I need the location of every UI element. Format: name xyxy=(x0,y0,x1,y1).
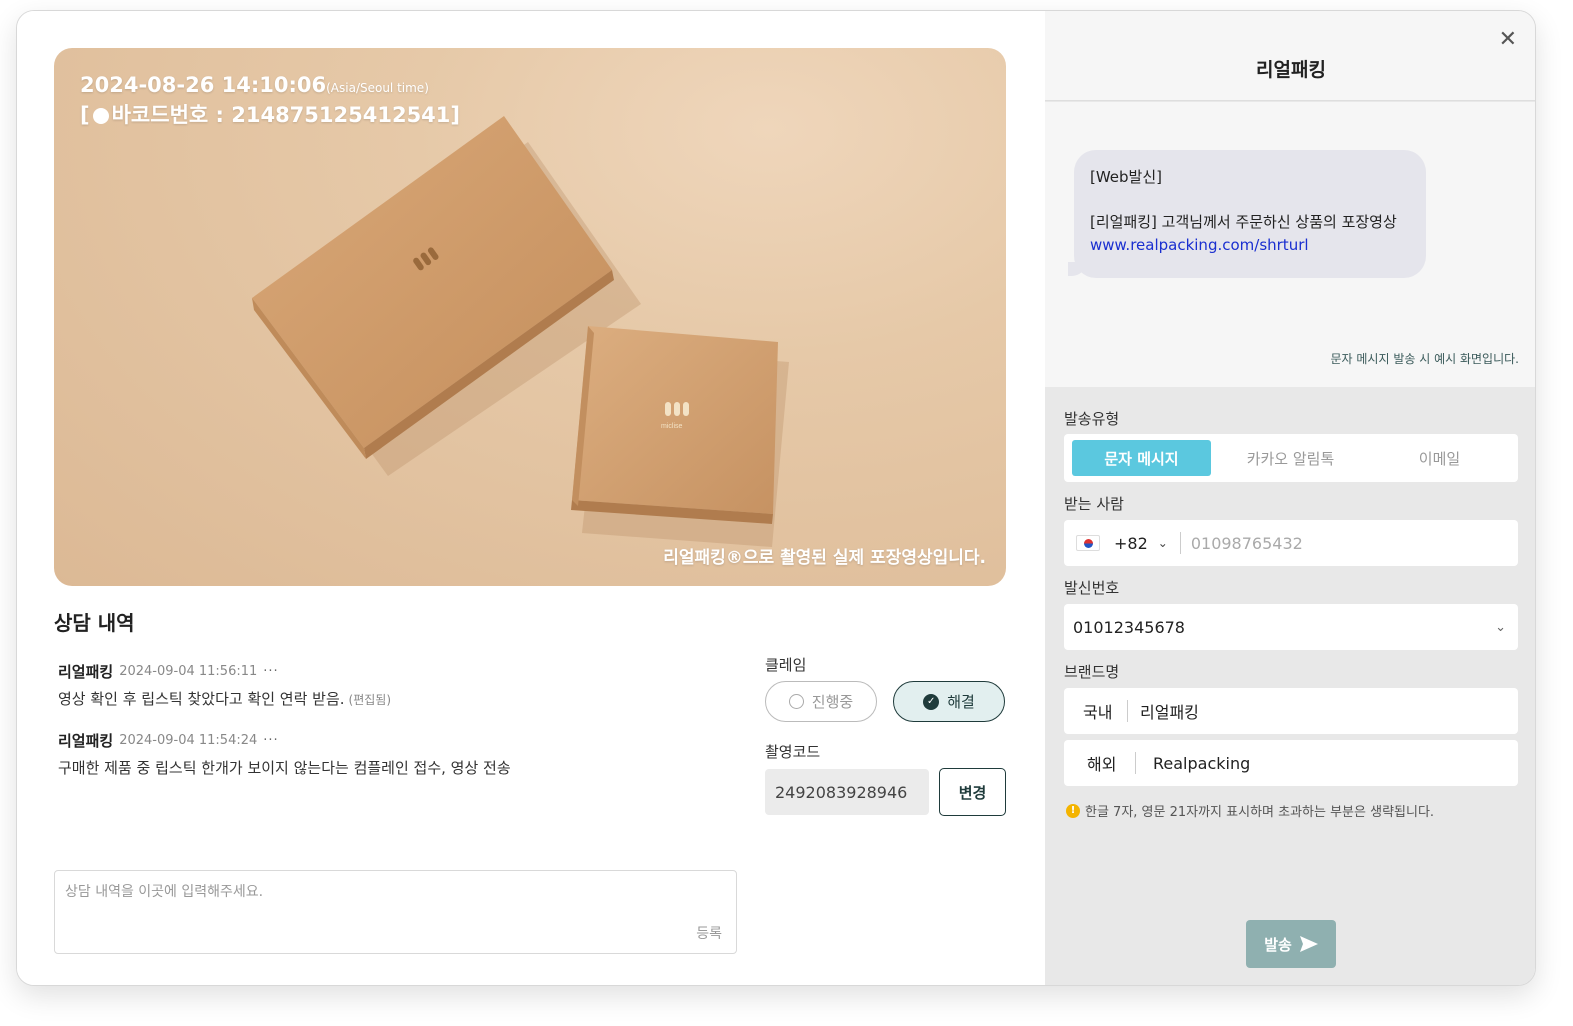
entry-text: 구매한 제품 중 립스틱 한개가 보이지 않는다는 컴플레인 접수, 영상 전송 xyxy=(58,759,511,777)
change-code-button[interactable]: 변경 xyxy=(939,768,1006,816)
entry-author: 리얼패킹 xyxy=(58,732,114,750)
video-caption: 리얼패킹®으로 촬영된 실제 포장영상입니다. xyxy=(663,548,986,568)
message-bubble: [Web발신] [리얼패킹] 고객님께서 주문하신 상품의 포장영상 www.r… xyxy=(1068,150,1426,278)
send-type-tabs: 문자 메시지 카카오 알림톡 이메일 xyxy=(1064,434,1518,482)
brand-domestic-input[interactable]: 리얼패킹 xyxy=(1140,699,1199,723)
sender-label: 발신번호 xyxy=(1064,579,1120,597)
box-logo-text: miclise xyxy=(661,423,682,430)
claim-in-progress-option[interactable]: 진행중 xyxy=(765,681,877,722)
shoot-code-label: 촬영코드 xyxy=(765,743,821,761)
packing-video-frame[interactable]: miclise 2024-08-26 14:10:06(Asia/Seoul t… xyxy=(54,48,1006,586)
info-icon: ! xyxy=(1066,803,1080,818)
more-options-icon[interactable]: ··· xyxy=(263,733,278,748)
brand-domestic-field: 국내 리얼패킹 xyxy=(1064,688,1518,734)
preview-link[interactable]: www.realpacking.com/shrturl xyxy=(1090,234,1410,257)
register-button[interactable]: 등록 xyxy=(696,923,722,943)
country-code-select[interactable]: +82 xyxy=(1114,534,1148,553)
recipient-label: 받는 사람 xyxy=(1064,495,1124,513)
chevron-down-icon: ⌄ xyxy=(1495,619,1506,635)
counsel-title: 상담 내역 xyxy=(54,611,135,635)
claim-resolved-option[interactable]: ✓ 해결 xyxy=(893,681,1005,722)
brand-domestic-label: 국내 xyxy=(1083,703,1113,722)
tab-email[interactable]: 이메일 xyxy=(1370,440,1509,476)
claim-resolved-label: 해결 xyxy=(947,693,975,711)
radio-empty-icon xyxy=(788,694,804,709)
entry-text: 영상 확인 후 립스틱 찾았다고 확인 연락 받음. xyxy=(58,690,345,708)
bubble-tail xyxy=(1068,262,1086,276)
entry-author: 리얼패킹 xyxy=(58,663,114,681)
more-options-icon[interactable]: ··· xyxy=(263,664,278,679)
brand-overseas-label: 해외 xyxy=(1087,755,1117,774)
record-dot-icon xyxy=(92,108,109,124)
tab-sms[interactable]: 문자 메시지 xyxy=(1072,440,1211,476)
preview-line1: [Web발신] xyxy=(1090,168,1163,186)
sender-select[interactable]: 01012345678 ⌄ xyxy=(1064,604,1518,650)
panel-title: 리얼패킹 xyxy=(1256,59,1326,81)
claim-in-progress-label: 진행중 xyxy=(811,693,854,711)
timezone: (Asia/Seoul time) xyxy=(326,81,429,95)
brand-overseas-field: 해외 Realpacking xyxy=(1064,740,1518,786)
preview-note: 문자 메시지 발송 시 예시 화면입니다. xyxy=(1330,352,1520,366)
shoot-code-field: 2492083928946 xyxy=(765,769,929,815)
left-pane: miclise 2024-08-26 14:10:06(Asia/Seoul t… xyxy=(17,11,1045,985)
claim-label: 클레임 xyxy=(765,656,807,674)
send-button[interactable]: 발송 xyxy=(1246,920,1336,968)
panel-header: 리얼패킹 ✕ xyxy=(1045,11,1535,101)
counsel-input[interactable]: 상담 내역을 이곳에 입력해주세요. 등록 xyxy=(54,870,737,954)
counsel-input-placeholder: 상담 내역을 이곳에 입력해주세요. xyxy=(65,884,264,900)
barcode-text: 바코드번호 : 214875125412541] xyxy=(111,103,461,127)
brand-note-text: 한글 7자, 영문 21자까지 표시하며 초과하는 부분은 생략됩니다. xyxy=(1085,805,1435,820)
paper-plane-icon xyxy=(1299,936,1318,952)
brand-note: ! 한글 7자, 영문 21자까지 표시하며 초과하는 부분은 생략됩니다. xyxy=(1066,801,1434,820)
close-icon[interactable]: ✕ xyxy=(1499,29,1517,51)
chevron-down-icon[interactable]: ⌄ xyxy=(1158,536,1168,550)
realpacking-modal: miclise 2024-08-26 14:10:06(Asia/Seoul t… xyxy=(16,10,1536,986)
message-preview: [Web발신] [리얼패킹] 고객님께서 주문하신 상품의 포장영상 www.r… xyxy=(1045,102,1535,387)
video-timestamp-overlay: 2024-08-26 14:10:06(Asia/Seoul time) [ 바코… xyxy=(80,72,460,129)
field-divider xyxy=(1179,532,1181,554)
brand-overseas-input[interactable]: Realpacking xyxy=(1153,754,1250,773)
field-divider xyxy=(1127,700,1128,722)
preview-line2: [리얼패킹] 고객님께서 주문하신 상품의 포장영상 xyxy=(1090,213,1397,231)
tab-kakao[interactable]: 카카오 알림톡 xyxy=(1221,440,1360,476)
barcode-bracket: [ xyxy=(80,103,90,127)
phone-input[interactable]: 01098765432 xyxy=(1191,534,1303,553)
send-type-label: 발송유형 xyxy=(1064,410,1120,428)
send-label: 발송 xyxy=(1264,935,1292,954)
brand-label: 브랜드명 xyxy=(1064,663,1120,681)
sender-value: 01012345678 xyxy=(1073,617,1185,637)
entry-time: 2024-09-04 11:54:24 xyxy=(119,733,258,748)
counsel-entry: 리얼패킹 2024-09-04 11:54:24 ··· 구매한 제품 중 립스… xyxy=(58,730,511,778)
timestamp: 2024-08-26 14:10:06 xyxy=(80,73,327,97)
korea-flag-icon xyxy=(1076,535,1100,551)
check-circle-icon: ✓ xyxy=(923,693,940,710)
counsel-entry: 리얼패킹 2024-09-04 11:56:11 ··· 영상 확인 후 립스틱… xyxy=(58,661,391,709)
recipient-field: +82 ⌄ 01098765432 xyxy=(1064,520,1518,566)
edited-badge: (편집됨) xyxy=(348,693,392,707)
send-panel: 리얼패킹 ✕ [Web발신] [리얼패킹] 고객님께서 주문하신 상품의 포장영… xyxy=(1045,11,1535,985)
entry-time: 2024-09-04 11:56:11 xyxy=(119,664,258,679)
field-divider xyxy=(1135,752,1136,774)
